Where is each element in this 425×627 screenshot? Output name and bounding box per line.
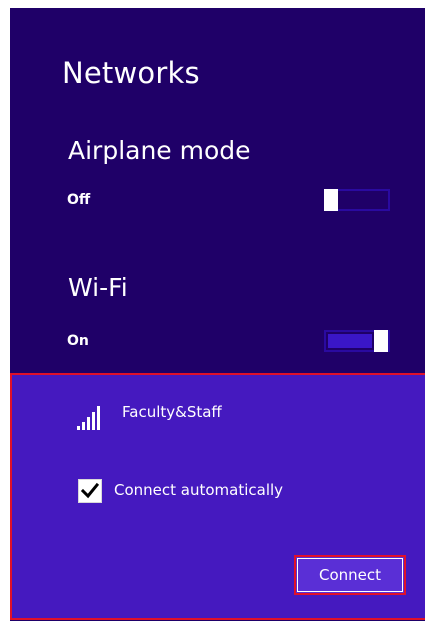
toggle-thumb[interactable]: [374, 330, 388, 352]
networks-panel: Networks Airplane mode Off Wi-Fi On Facu…: [10, 8, 425, 621]
wifi-label: Wi-Fi: [68, 273, 128, 302]
page-title: Networks: [62, 56, 200, 90]
connect-automatically-checkbox[interactable]: [78, 479, 102, 503]
airplane-mode-toggle[interactable]: [324, 189, 390, 211]
wifi-signal-bars-icon: [76, 403, 104, 431]
network-name: Faculty&Staff: [122, 403, 222, 421]
toggle-fill: [328, 334, 372, 348]
wifi-state: On: [67, 333, 89, 349]
checkmark-icon: [81, 482, 99, 499]
toggle-thumb[interactable]: [324, 189, 338, 211]
connect-button[interactable]: Connect: [294, 555, 406, 595]
wifi-toggle[interactable]: [324, 330, 390, 352]
connect-automatically-label[interactable]: Connect automatically: [114, 481, 283, 499]
network-item-faculty-staff[interactable]: Faculty&Staff Connect automatically Conn…: [10, 373, 425, 620]
airplane-mode-state: Off: [67, 192, 91, 208]
airplane-mode-label: Airplane mode: [68, 136, 251, 165]
